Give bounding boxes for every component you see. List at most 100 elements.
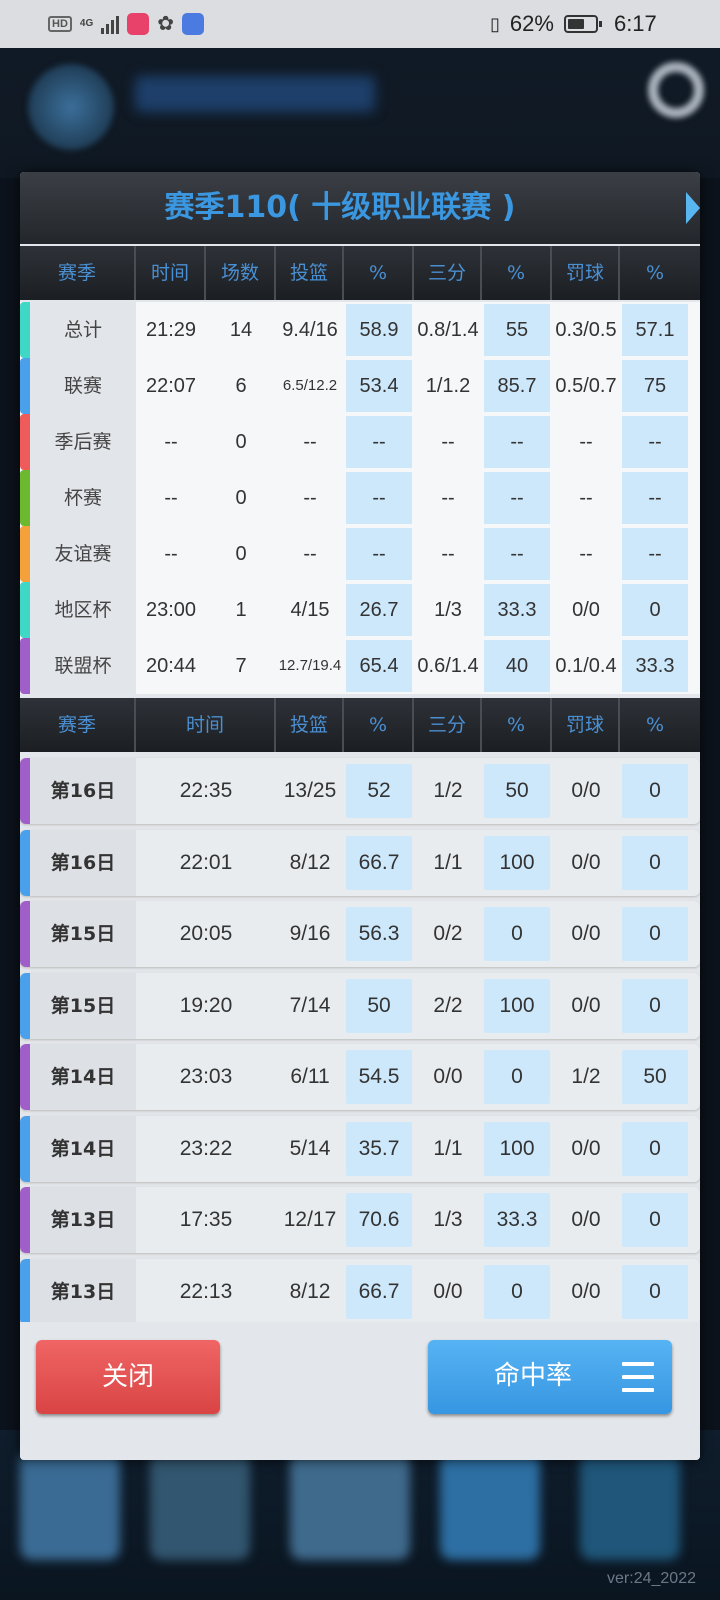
game-cell: 8/12 — [289, 850, 331, 874]
game-cell: 0/2 — [433, 922, 463, 945]
summary-row: 联盟杯 20:44 7 12.7/19.4 65.4 0.6/1.4 40 0.1/0.4 33… — [20, 638, 700, 694]
game-day-label: 第15日 — [30, 901, 136, 967]
game-cell: 7/14 — [289, 993, 331, 1017]
summary-cell: 58.9 — [346, 304, 412, 356]
game-cell: 13/25 — [283, 779, 337, 802]
game-cell: 23:03 — [179, 1065, 233, 1088]
summary-cell: 7 — [235, 655, 247, 677]
game-day-label: 第14日 — [30, 1044, 136, 1110]
network-type: 4G — [79, 18, 94, 29]
summary-row: 地区杯 23:00 1 4/15 26.7 1/3 33.3 0/0 0 — [20, 582, 700, 638]
game-cell: 0 — [484, 1264, 550, 1319]
summary-cell: 23:00 — [145, 599, 197, 621]
row-color-stripe — [20, 829, 30, 896]
season-stats-dialog: 赛季110( 十级职业联赛 ) 赛季 时间 场数 投篮% 三分% 罚球% 总计 21:29 1… — [20, 172, 700, 1460]
row-color-stripe — [20, 358, 30, 414]
summary-cell: 0.8/1.4 — [417, 319, 479, 341]
row-color-stripe — [20, 1187, 30, 1253]
game-cell: 1/1 — [433, 850, 463, 874]
game-row[interactable]: 第15日 19:20 7/14 50 2/2 100 0/0 0 — [20, 972, 700, 1039]
summary-cell: 57.1 — [622, 304, 688, 356]
summary-table-header: 赛季 时间 场数 投篮% 三分% 罚球% — [20, 246, 700, 300]
game-cell: 9/16 — [289, 922, 331, 945]
game-cell: 35.7 — [346, 1121, 412, 1176]
column-header: % — [344, 246, 414, 300]
summary-cell: 1/3 — [434, 599, 462, 621]
game-day-label: 第16日 — [30, 758, 136, 824]
signal-icon — [101, 14, 120, 34]
game-day-label: 第13日 — [30, 1187, 136, 1253]
game-cell: 52 — [346, 764, 412, 818]
row-color-stripe — [20, 901, 30, 967]
game-cell: 1/3 — [433, 1208, 463, 1231]
summary-cell: -- — [579, 487, 593, 509]
game-row[interactable]: 第13日 17:35 12/17 70.6 1/3 33.3 0/0 0 — [20, 1187, 700, 1253]
summary-row: 杯赛 -- 0 -- -- -- -- -- -- — [20, 470, 700, 526]
game-cell: 50 — [622, 1050, 688, 1104]
game-row[interactable]: 第16日 22:01 8/12 66.7 1/1 100 0/0 0 — [20, 829, 700, 896]
game-cell: 5/14 — [289, 1136, 331, 1160]
summary-row: 友谊赛 -- 0 -- -- -- -- -- -- — [20, 526, 700, 582]
menu-icon — [622, 1362, 654, 1392]
game-cell: 1/2 — [571, 1065, 601, 1088]
game-cell: 66.7 — [346, 835, 412, 890]
column-header: 三分 — [414, 698, 482, 752]
row-color-stripe — [20, 302, 30, 358]
game-cell: 0 — [484, 907, 550, 961]
game-cell: 0/0 — [571, 1208, 601, 1231]
row-color-stripe — [20, 470, 30, 526]
game-cell: 100 — [484, 978, 550, 1033]
game-cell: 6/11 — [290, 1065, 330, 1088]
close-button[interactable]: 关闭 — [36, 1340, 220, 1414]
summary-cell: -- — [164, 487, 178, 509]
summary-cell: 33.3 — [622, 640, 688, 692]
game-cell: 0/0 — [571, 779, 601, 802]
dialog-title: 赛季110( 十级职业联赛 ) — [164, 190, 516, 225]
summary-cell: 40 — [484, 640, 550, 692]
summary-cell: 1 — [235, 599, 247, 621]
game-cell: 56.3 — [346, 907, 412, 961]
game-row[interactable]: 第14日 23:22 5/14 35.7 1/1 100 0/0 0 — [20, 1115, 700, 1182]
summary-cell: -- — [579, 543, 593, 565]
battery-percent: 62% — [509, 11, 554, 36]
summary-cell: 55 — [484, 304, 550, 356]
game-cell: 19:20 — [179, 993, 233, 1017]
summary-row-label: 联赛 — [30, 358, 136, 414]
game-table-header: 赛季 时间 投篮% 三分% 罚球% — [20, 698, 700, 752]
summary-cell: -- — [303, 543, 317, 565]
summary-row: 季后赛 -- 0 -- -- -- -- -- -- — [20, 414, 700, 470]
game-cell: 0/0 — [571, 993, 601, 1017]
summary-cell: -- — [164, 431, 178, 453]
summary-cell: 65.4 — [346, 640, 412, 692]
game-cell: 20:05 — [179, 922, 233, 945]
dialog-footer: 关闭 命中率 — [20, 1322, 700, 1460]
game-cell: 0/0 — [433, 1279, 463, 1303]
shooting-rate-button[interactable]: 命中率 — [428, 1340, 672, 1414]
gear-icon — [648, 62, 704, 118]
summary-cell: 0 — [235, 543, 247, 565]
summary-cell: 20:44 — [145, 655, 197, 677]
row-color-stripe — [20, 638, 30, 694]
summary-cell: -- — [441, 431, 455, 453]
game-row[interactable]: 第13日 22:13 8/12 66.7 0/0 0 0/0 0 — [20, 1258, 700, 1325]
summary-cell: 9.4/16 — [282, 319, 338, 341]
status-bar: HD 4G ✿ ▯ 62% 6:17 — [0, 0, 720, 48]
summary-row-label: 季后赛 — [30, 414, 136, 470]
summary-cell: -- — [484, 416, 550, 468]
game-row[interactable]: 第14日 23:03 6/11 54.5 0/0 0 1/2 50 — [20, 1044, 700, 1110]
summary-cell: 53.4 — [346, 360, 412, 412]
summary-cell: -- — [346, 472, 412, 524]
game-cell: 33.3 — [484, 1193, 550, 1247]
game-row[interactable]: 第15日 20:05 9/16 56.3 0/2 0 0/0 0 — [20, 901, 700, 967]
column-header: 时间 — [136, 698, 276, 752]
summary-cell: -- — [441, 543, 455, 565]
game-cell: 0/0 — [571, 1136, 601, 1160]
battery-icon — [563, 15, 602, 33]
game-row[interactable]: 第16日 22:35 13/25 52 1/2 50 0/0 0 — [20, 758, 700, 824]
row-color-stripe — [20, 1258, 30, 1325]
next-season-arrow-icon[interactable] — [686, 192, 700, 224]
game-cell: 100 — [484, 1121, 550, 1176]
summary-cell: 14 — [229, 319, 253, 341]
summary-cell: 21:29 — [145, 319, 197, 341]
game-cell: 100 — [484, 835, 550, 890]
